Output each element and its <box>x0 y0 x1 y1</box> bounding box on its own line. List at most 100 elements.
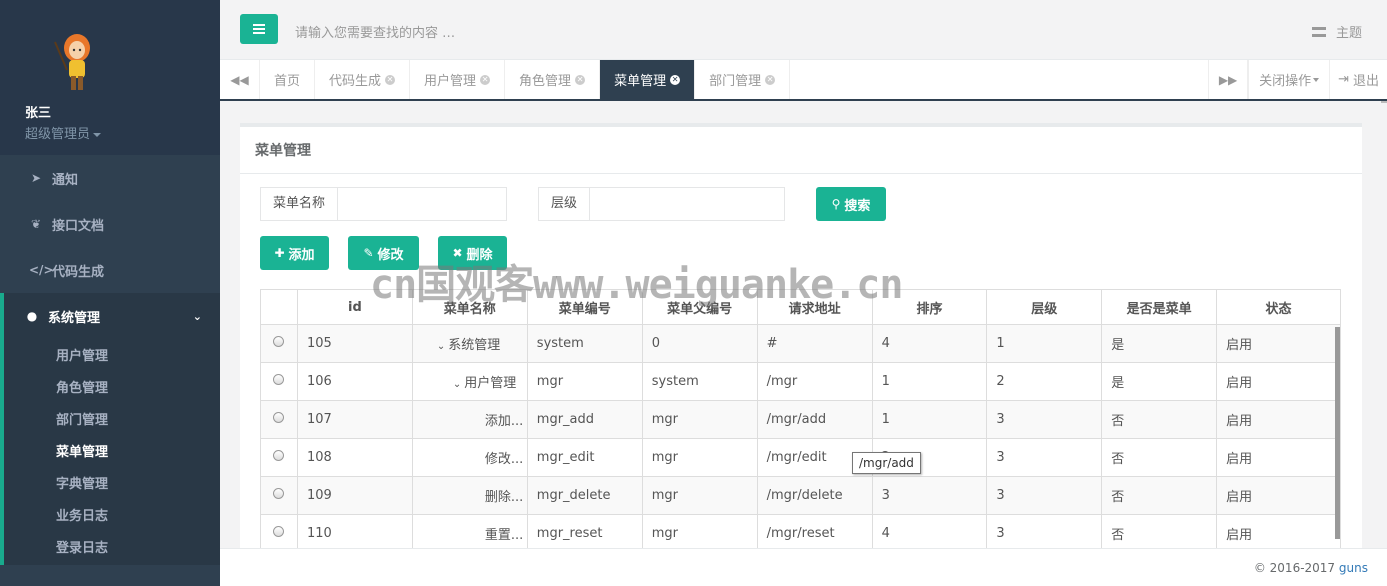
close-icon[interactable]: ✕ <box>670 74 681 85</box>
sidebar-item-label: 代码生成 <box>52 264 105 280</box>
url-tooltip: /mgr/add <box>852 452 921 474</box>
table-row[interactable]: 109 删除... mgr_delete mgr /mgr/delete 3 3… <box>260 476 1341 515</box>
chevron-down-icon[interactable]: ⌄ <box>437 341 445 352</box>
cell-pcode: mgr <box>641 438 758 477</box>
sidebar-item-notice[interactable]: ➤ 通知 <box>0 155 220 201</box>
row-radio[interactable] <box>273 488 285 499</box>
cell-code: mgr_reset <box>526 514 643 553</box>
logout-label: 退出 <box>1352 74 1379 89</box>
tab-label: 用户管理 <box>424 74 477 89</box>
logout-button[interactable]: ⇥ 退出 <box>1329 60 1387 99</box>
cell-name: 删除... <box>411 476 528 515</box>
cell-name: ⌄ 用户管理 <box>411 362 528 401</box>
table-scrollbar[interactable] <box>1335 327 1340 539</box>
table-row[interactable]: 110 重置... mgr_reset mgr /mgr/reset 4 3 否… <box>260 514 1341 553</box>
cell-level: 3 <box>986 400 1103 439</box>
table-row[interactable]: 107 添加... mgr_add mgr /mgr/add 1 3 否 启用 <box>260 400 1341 439</box>
menu-name-input[interactable] <box>338 188 506 220</box>
sidebar-subitem-dict-mgmt[interactable]: 字典管理 <box>4 469 220 501</box>
close-icon[interactable]: ✕ <box>480 74 491 85</box>
column-header[interactable]: 层级 <box>986 289 1103 325</box>
add-button[interactable]: ✚ 添加 <box>260 236 329 270</box>
cell-pcode: mgr <box>641 476 758 515</box>
sidebar-item-label: 系统管理 <box>48 310 101 326</box>
main-content: 菜单管理 菜单名称 层级 ⚲ 搜索 ✚ 添加 ✎ 修改 ✖ 删除 id 菜单名称 菜单编… <box>220 103 1387 553</box>
cell-name: 修改... <box>411 438 528 477</box>
chevron-down-icon[interactable]: ⌄ <box>453 379 461 390</box>
cell-status: 启用 <box>1216 476 1341 515</box>
row-radio[interactable] <box>273 526 285 537</box>
sidebar-subitem-user-mgmt[interactable]: 用户管理 <box>4 341 220 373</box>
hamburger-icon <box>253 24 265 34</box>
tab-user-mgmt[interactable]: 用户管理 ✕ <box>410 60 506 99</box>
tab-label: 菜单管理 <box>614 74 667 89</box>
cell-code: mgr <box>526 362 643 401</box>
search-button[interactable]: ⚲ 搜索 <box>816 187 886 221</box>
sidebar-subitem-role-mgmt[interactable]: 角色管理 <box>4 373 220 405</box>
cell-ismenu: 否 <box>1101 400 1218 439</box>
table-row[interactable]: 106 ⌄ 用户管理 mgr system /mgr 1 2 是 启用 <box>260 362 1341 401</box>
column-header[interactable]: 状态 <box>1216 289 1341 325</box>
sidebar-subitem-dept-mgmt[interactable]: 部门管理 <box>4 405 220 437</box>
cell-ismenu: 是 <box>1101 362 1218 401</box>
avatar[interactable] <box>47 30 107 94</box>
cell-code: system <box>526 324 643 363</box>
tab-label: 代码生成 <box>329 74 382 89</box>
cell-status: 启用 <box>1216 362 1341 401</box>
table-row[interactable]: 105 ⌄ 系统管理 system 0 # 4 1 是 启用 <box>260 324 1341 363</box>
brand-link[interactable]: guns <box>1339 561 1368 575</box>
row-radio[interactable] <box>273 336 285 347</box>
sidebar-subitem-login-log[interactable]: 登录日志 <box>4 533 220 565</box>
level-label: 层级 <box>539 188 591 220</box>
sidebar-item-label: 接口文档 <box>52 218 105 234</box>
sidebar-subitem-biz-log[interactable]: 业务日志 <box>4 501 220 533</box>
cell-url: /mgr/delete <box>756 476 873 515</box>
column-header[interactable]: 是否是菜单 <box>1101 289 1218 325</box>
level-input[interactable] <box>590 188 784 220</box>
profile-name: 张三 <box>25 106 52 121</box>
close-icon[interactable]: ✕ <box>575 74 586 85</box>
close-icon[interactable]: ✕ <box>765 74 776 85</box>
theme-button[interactable]: 主题 <box>1311 22 1362 41</box>
sidebar-subitem-menu-mgmt[interactable]: 菜单管理 <box>4 437 220 469</box>
tab-scroll-left-button[interactable]: ◀◀ <box>220 60 260 99</box>
search-input[interactable]: 请输入您需要查找的内容 … <box>295 22 455 41</box>
cell-id: 107 <box>296 400 413 439</box>
row-radio[interactable] <box>273 374 285 385</box>
profile-role-dropdown[interactable]: 超级管理员 <box>25 123 220 142</box>
sidebar-item-system-mgmt[interactable]: ● 系统管理 ⌄ <box>0 293 220 339</box>
tab-role-mgmt[interactable]: 角色管理 ✕ <box>505 60 601 99</box>
tab-dept-mgmt[interactable]: 部门管理 ✕ <box>695 60 791 99</box>
add-button-label: 添加 <box>288 247 315 263</box>
tab-label: 角色管理 <box>519 74 572 89</box>
cell-code: mgr_edit <box>526 438 643 477</box>
cell-name: 重置... <box>411 514 528 553</box>
row-radio[interactable] <box>273 412 285 423</box>
menu-table: id 菜单名称 菜单编号 菜单父编号 请求地址 排序 层级 是否是菜单 状态 1… <box>260 289 1341 553</box>
tab-bar: ◀◀ 首页 代码生成 ✕ 用户管理 ✕ 角色管理 ✕ 菜单管理 ✕ 部门管理 ✕ ▶▶ 关… <box>220 60 1387 101</box>
search-button-label: 搜索 <box>844 198 871 214</box>
sidebar-item-code-gen[interactable]: </> 代码生成 <box>0 247 220 293</box>
cell-sort: 4 <box>871 514 988 553</box>
cell-name: ⌄ 系统管理 <box>411 324 528 363</box>
tab-scroll-right-button[interactable]: ▶▶ <box>1208 60 1249 99</box>
cell-sort: 1 <box>871 362 988 401</box>
search-icon: ⚲ <box>831 197 841 211</box>
plus-icon: ✚ <box>274 246 285 260</box>
close-ops-dropdown[interactable]: 关闭操作 <box>1248 60 1329 99</box>
select-column-header <box>260 289 298 325</box>
cell-id: 109 <box>296 476 413 515</box>
close-icon[interactable]: ✕ <box>385 74 396 85</box>
chevron-down-icon: ⌄ <box>192 309 202 323</box>
leaf-icon: ❦ <box>30 217 42 231</box>
sidebar-item-api-docs[interactable]: ❦ 接口文档 <box>0 201 220 247</box>
menu-toggle-button[interactable] <box>240 14 278 44</box>
tab-home[interactable]: 首页 <box>260 60 316 99</box>
row-radio[interactable] <box>273 450 285 461</box>
cell-url: /mgr/reset <box>756 514 873 553</box>
tab-menu-mgmt[interactable]: 菜单管理 ✕ <box>600 60 696 99</box>
close-ops-label: 关闭操作 <box>1259 74 1312 89</box>
table-row[interactable]: 108 修改... mgr_edit mgr /mgr/edit 2 3 否 启… <box>260 438 1341 477</box>
tab-code-gen[interactable]: 代码生成 ✕ <box>315 60 411 99</box>
cell-sort: 4 <box>871 324 988 363</box>
